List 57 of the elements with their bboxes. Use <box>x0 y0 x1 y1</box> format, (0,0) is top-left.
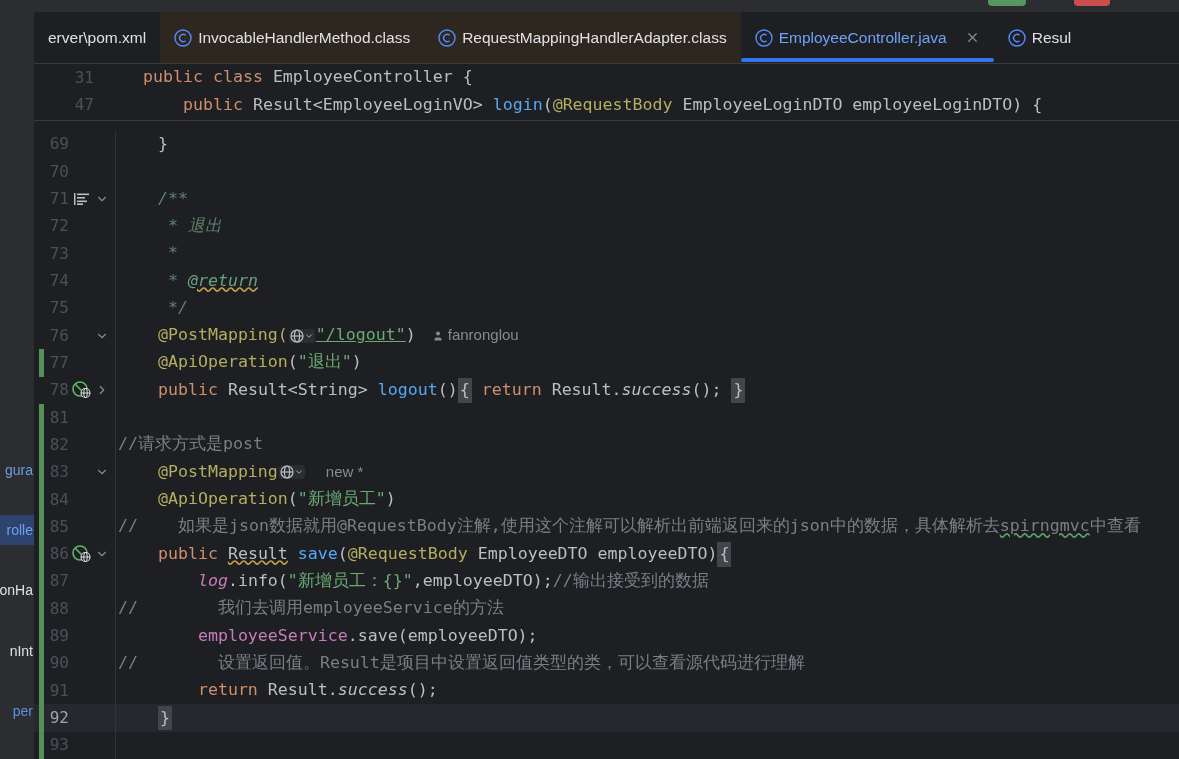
endpoint-icon[interactable] <box>72 381 92 400</box>
tree-row[interactable]: nInt <box>0 636 34 667</box>
code-text: @ApiOperation("退出") <box>156 351 362 374</box>
line-number: 92 <box>49 707 69 729</box>
tree-item-label: onHa <box>0 581 34 601</box>
tree-item-label: rolle <box>6 520 34 540</box>
tree-row[interactable]: onHa <box>0 575 34 606</box>
code-text: public class EmployeeController { <box>143 66 473 89</box>
code-text: // 如果是json数据就用@RequestBody注解,使用这个注解可以解析出前端返回来的json中的数据，具体解析去spirngmvc中查看 <box>118 515 1141 538</box>
code-text: */ <box>166 296 188 319</box>
code-text: public Result save(@RequestBody EmployeeDTO employeeDTO) <box>156 542 718 565</box>
tree-item-label: per <box>12 701 34 721</box>
code-text: @ApiOperation("新增员工") <box>156 488 396 511</box>
code-text: return Result.success(); <box>480 378 723 401</box>
tree-row[interactable]: gura <box>0 455 34 486</box>
author-hint[interactable]: fanronglou <box>431 324 519 347</box>
code-text: } <box>156 133 168 155</box>
editor-tab[interactable]: InvocableHandlerMethod.class <box>160 12 425 63</box>
toolbar-button[interactable] <box>1074 0 1110 6</box>
code-text: //请求方式是post <box>118 433 263 456</box>
doc-render-icon[interactable] <box>74 193 90 206</box>
code-text: log.info("新增员工：{}",employeeDTO);//输出接受到的数据 <box>196 570 709 592</box>
change-marker[interactable] <box>39 403 44 432</box>
code-text: public Result<EmployeeLoginVO> login(@RequestBody EmployeeLoginDTO employeeLoginDTO) { <box>181 93 1043 116</box>
person-icon <box>431 329 444 342</box>
toolbar-button[interactable] <box>988 0 1026 6</box>
brace-highlight: { <box>457 377 472 403</box>
brace-highlight: { <box>717 541 732 567</box>
change-marker[interactable] <box>39 349 44 377</box>
tree-row[interactable]: per <box>0 696 34 727</box>
code-text: // 我们去调用employeeService的方法 <box>118 597 504 620</box>
globe-icon[interactable] <box>278 465 305 480</box>
code-text: * @return <box>166 269 258 292</box>
tree-item-label: gura <box>4 460 34 480</box>
class-icon <box>1007 28 1026 47</box>
code-text: @PostMapping( <box>156 324 288 347</box>
code-text: * 退出 <box>166 214 222 237</box>
code-text: "/logout") <box>315 324 416 347</box>
code-text: employeeService.save(employeeDTO); <box>196 624 538 647</box>
class-icon <box>438 28 457 47</box>
code-text: return Result.success(); <box>196 679 438 702</box>
code-text: @PostMapping <box>156 460 278 483</box>
code-text: public Result<String> logout() <box>156 378 458 401</box>
class-icon <box>174 28 193 47</box>
globe-icon[interactable] <box>288 328 315 343</box>
brace-highlight: } <box>157 705 172 731</box>
class-icon <box>754 28 773 47</box>
editor-tab[interactable]: RequestMappingHandlerAdapter.class <box>424 12 741 63</box>
inlay-hint[interactable]: new * <box>325 460 364 484</box>
code-text: // 设置返回值。Result是项目中设置返回值类型的类，可以查看源代码进行理解 <box>118 651 805 674</box>
code-text: * <box>166 242 178 265</box>
code-text: /** <box>156 187 188 210</box>
brace-highlight: } <box>731 377 746 403</box>
tree-item-label: nInt <box>9 641 34 661</box>
change-marker[interactable] <box>39 731 44 759</box>
endpoint-icon[interactable] <box>72 545 92 564</box>
tree-row[interactable]: rolle <box>0 515 34 546</box>
